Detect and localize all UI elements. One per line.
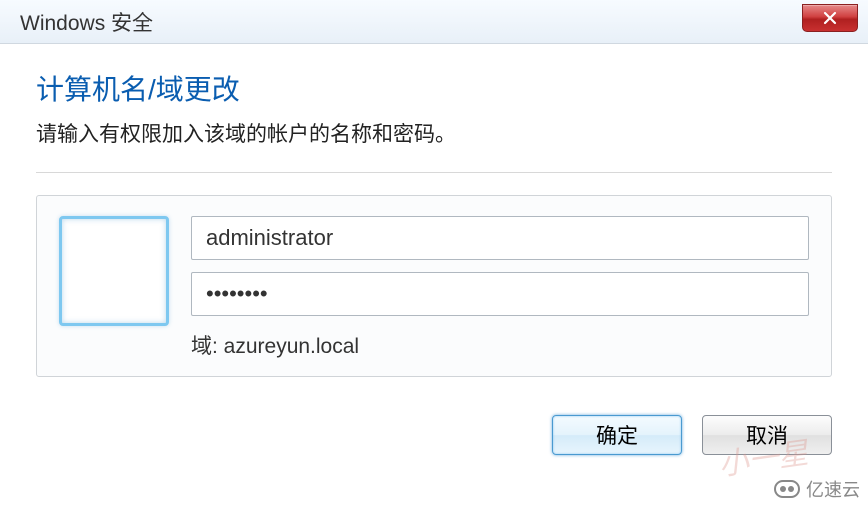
cancel-button[interactable]: 取消 [702,415,832,455]
password-input[interactable] [191,272,809,316]
credentials-panel: 域: azureyun.local [36,195,832,377]
username-input[interactable] [191,216,809,260]
user-avatar-icon [59,216,169,326]
close-button[interactable] [802,4,858,32]
close-icon [823,11,837,25]
ok-button[interactable]: 确定 [552,415,682,455]
credential-fields: 域: azureyun.local [191,216,809,360]
dialog-content: 计算机名/域更改 请输入有权限加入该域的帐户的名称和密码。 域: azureyu… [0,44,868,389]
window-title: Windows 安全 [20,7,153,37]
domain-label: 域: azureyun.local [191,330,809,360]
dialog-buttons: 确定 取消 [0,389,868,455]
titlebar: Windows 安全 [0,0,868,44]
divider [36,172,832,173]
watermark-text: 亿速云 [806,476,860,502]
corner-watermark: 亿速云 [774,476,860,502]
dialog-subheading: 请输入有权限加入该域的帐户的名称和密码。 [36,118,832,148]
dialog-heading: 计算机名/域更改 [36,68,832,108]
cloud-icon [774,480,800,498]
